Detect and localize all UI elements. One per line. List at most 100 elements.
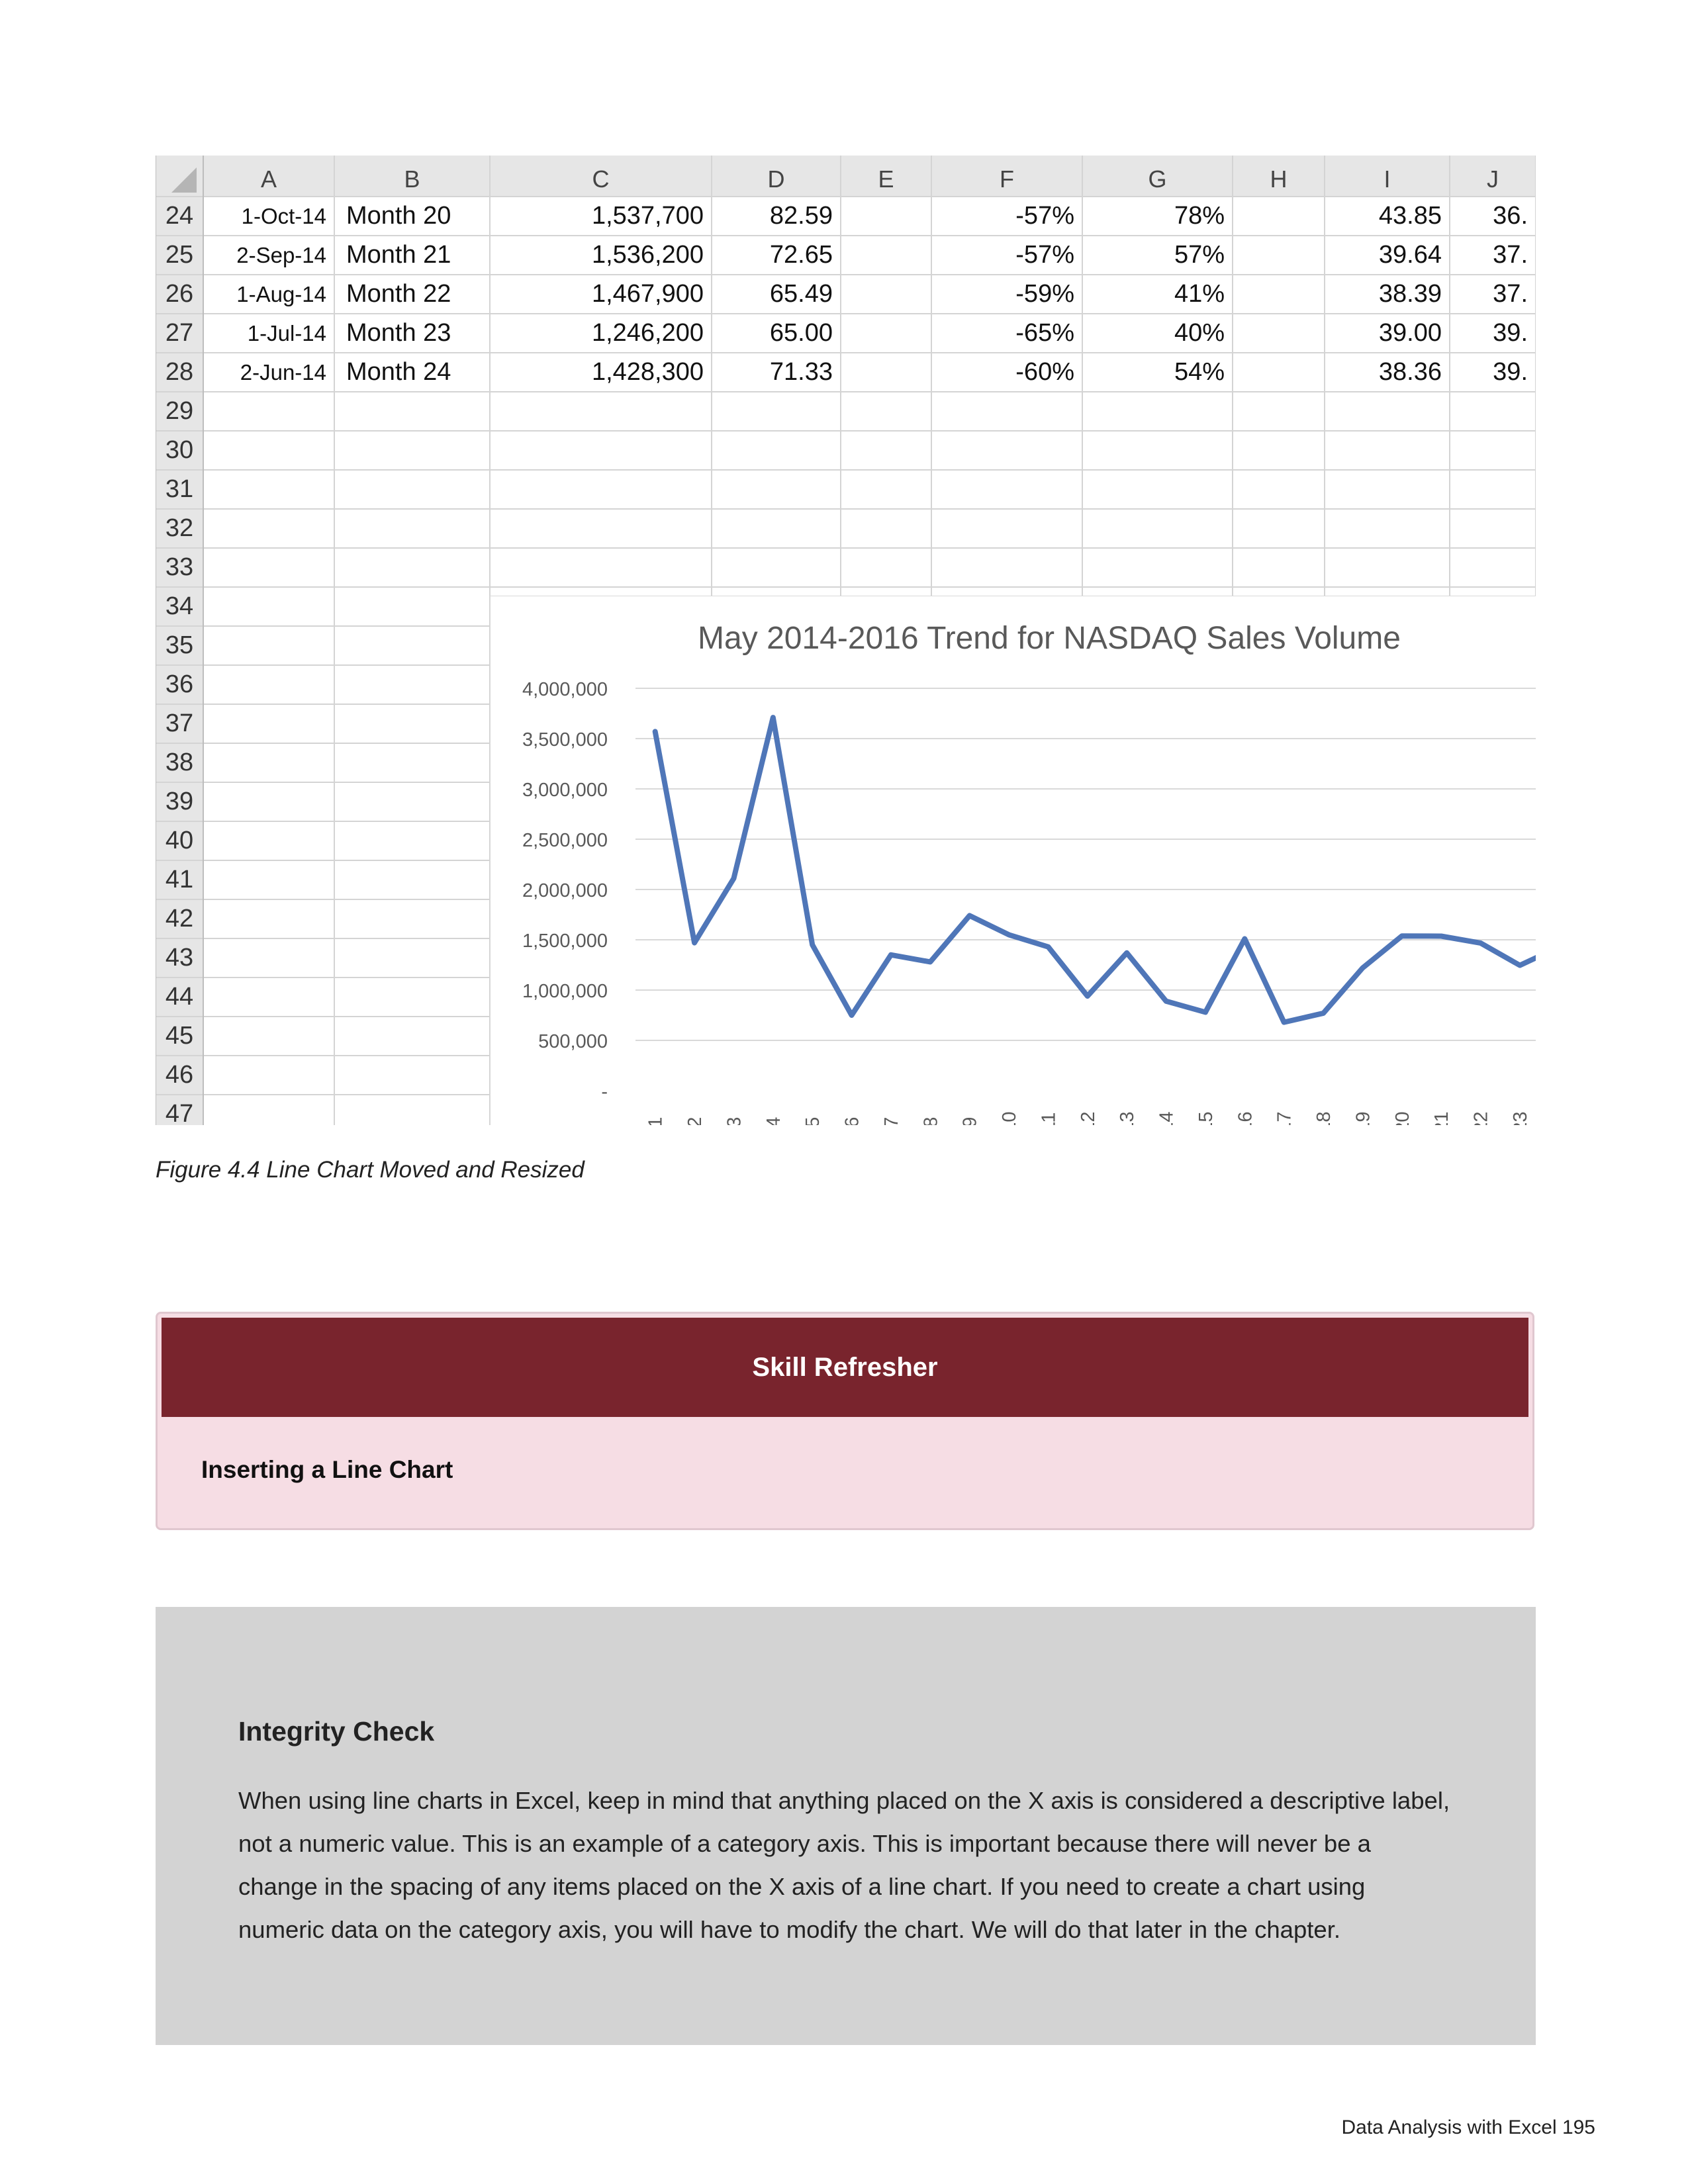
column-header-c[interactable]: C <box>490 156 712 197</box>
cell-j24[interactable]: 36. <box>1450 197 1536 236</box>
x-tick-label: Month 8 <box>920 1117 941 1125</box>
cell-b27[interactable]: Month 23 <box>334 314 490 353</box>
row-header-28[interactable]: 28 <box>156 353 203 392</box>
row-header-42[interactable]: 42 <box>156 899 203 938</box>
row-header-24[interactable]: 24 <box>156 197 203 236</box>
x-tick-label: Month 11 <box>1038 1113 1059 1125</box>
row-header-46[interactable]: 46 <box>156 1056 203 1095</box>
cell-d25[interactable]: 72.65 <box>712 236 841 275</box>
cell-d27[interactable]: 65.00 <box>712 314 841 353</box>
cell-f26[interactable]: -59% <box>931 275 1082 314</box>
x-tick-label: Month 18 <box>1313 1112 1335 1125</box>
x-tick-label: Month 1 <box>645 1117 667 1125</box>
row-header-32[interactable]: 32 <box>156 509 203 548</box>
row-header-44[interactable]: 44 <box>156 978 203 1017</box>
x-tick-label: Month 6 <box>842 1117 863 1125</box>
cell-i24[interactable]: 43.85 <box>1325 197 1450 236</box>
cell-f25[interactable]: -57% <box>931 236 1082 275</box>
data-point <box>812 944 813 946</box>
row-header-41[interactable]: 41 <box>156 860 203 899</box>
x-tick-label: Month 9 <box>960 1117 981 1125</box>
x-tick-label: Month 10 <box>999 1112 1020 1125</box>
skill-refresher-item[interactable]: Inserting a Line Chart <box>201 1456 453 1484</box>
column-header-g[interactable]: G <box>1082 156 1233 197</box>
cell-d26[interactable]: 65.49 <box>712 275 841 314</box>
cell-a24[interactable]: 1-Oct-14 <box>203 197 334 236</box>
cell-a28[interactable]: 2-Jun-14 <box>203 353 334 392</box>
column-header-j[interactable]: J <box>1450 156 1536 197</box>
cell-d28[interactable]: 71.33 <box>712 353 841 392</box>
row-header-25[interactable]: 25 <box>156 236 203 275</box>
row-header-37[interactable]: 37 <box>156 704 203 743</box>
row-header-38[interactable]: 38 <box>156 743 203 782</box>
cell-g25[interactable]: 57% <box>1082 236 1233 275</box>
column-header-i[interactable]: I <box>1325 156 1450 197</box>
cell-c28[interactable]: 1,428,300 <box>490 353 712 392</box>
cell-i26[interactable]: 38.39 <box>1325 275 1450 314</box>
cell-c26[interactable]: 1,467,900 <box>490 275 712 314</box>
chart-area <box>490 596 1536 1125</box>
cell-d24[interactable]: 82.59 <box>712 197 841 236</box>
row-header-40[interactable]: 40 <box>156 821 203 860</box>
row-header-33[interactable]: 33 <box>156 548 203 587</box>
cell-b24[interactable]: Month 20 <box>334 197 490 236</box>
row-header-27[interactable]: 27 <box>156 314 203 353</box>
row-header-34[interactable]: 34 <box>156 587 203 626</box>
row-header-29[interactable]: 29 <box>156 392 203 431</box>
row-header-35[interactable]: 35 <box>156 626 203 665</box>
cell-c27[interactable]: 1,246,200 <box>490 314 712 353</box>
cell-f27[interactable]: -65% <box>931 314 1082 353</box>
row-header-26[interactable]: 26 <box>156 275 203 314</box>
cell-c24[interactable]: 1,537,700 <box>490 197 712 236</box>
cell-a27[interactable]: 1-Jul-14 <box>203 314 334 353</box>
cell-f28[interactable]: -60% <box>931 353 1082 392</box>
cell-b25[interactable]: Month 21 <box>334 236 490 275</box>
data-point <box>1480 942 1481 944</box>
row-header-39[interactable]: 39 <box>156 782 203 821</box>
cell-c25[interactable]: 1,536,200 <box>490 236 712 275</box>
x-tick-label: Month 16 <box>1235 1112 1256 1125</box>
column-header-e[interactable]: E <box>841 156 931 197</box>
row-header-47[interactable]: 47 <box>156 1095 203 1125</box>
cell-g27[interactable]: 40% <box>1082 314 1233 353</box>
figure-caption: Figure 4.4 Line Chart Moved and Resized <box>156 1157 585 1183</box>
column-header-h[interactable]: H <box>1233 156 1325 197</box>
cell-i27[interactable]: 39.00 <box>1325 314 1450 353</box>
cell-j28[interactable]: 39. <box>1450 353 1536 392</box>
cell-g28[interactable]: 54% <box>1082 353 1233 392</box>
row-header-36[interactable]: 36 <box>156 665 203 704</box>
cell-f24[interactable]: -57% <box>931 197 1082 236</box>
column-header-d[interactable]: D <box>712 156 841 197</box>
integrity-check-text: When using line charts in Excel, keep in… <box>238 1787 1450 1943</box>
cell-i25[interactable]: 39.64 <box>1325 236 1450 275</box>
cell-g24[interactable]: 78% <box>1082 197 1233 236</box>
column-header-a[interactable]: A <box>203 156 334 197</box>
integrity-check-title: Integrity Check <box>238 1716 435 1747</box>
y-tick-label: 500,000 <box>538 1031 608 1052</box>
cell-i28[interactable]: 38.36 <box>1325 353 1450 392</box>
data-point <box>851 1015 853 1016</box>
column-header-b[interactable]: B <box>334 156 490 197</box>
x-tick-label: Month 22 <box>1471 1112 1492 1125</box>
cell-j25[interactable]: 37. <box>1450 236 1536 275</box>
skill-refresher-box: Skill Refresher Inserting a Line Chart <box>156 1312 1534 1530</box>
row-header-31[interactable]: 31 <box>156 470 203 509</box>
line-chart: May 2014-2016 Trend for NASDAQ Sales Vol… <box>490 596 1536 1125</box>
row-header-45[interactable]: 45 <box>156 1017 203 1056</box>
cell-j26[interactable]: 37. <box>1450 275 1536 314</box>
x-tick-label: Month 17 <box>1274 1112 1295 1125</box>
data-point <box>890 954 892 956</box>
cell-a26[interactable]: 1-Aug-14 <box>203 275 334 314</box>
cell-a25[interactable]: 2-Sep-14 <box>203 236 334 275</box>
x-tick-label: Month 20 <box>1392 1112 1413 1125</box>
cell-g26[interactable]: 41% <box>1082 275 1233 314</box>
column-header-f[interactable]: F <box>931 156 1082 197</box>
cell-b28[interactable]: Month 24 <box>334 353 490 392</box>
data-point <box>694 942 695 944</box>
row-header-43[interactable]: 43 <box>156 938 203 978</box>
row-header-30[interactable]: 30 <box>156 431 203 470</box>
data-point <box>1244 938 1245 939</box>
cell-j27[interactable]: 39. <box>1450 314 1536 353</box>
cell-b26[interactable]: Month 22 <box>334 275 490 314</box>
data-point <box>1519 965 1521 966</box>
